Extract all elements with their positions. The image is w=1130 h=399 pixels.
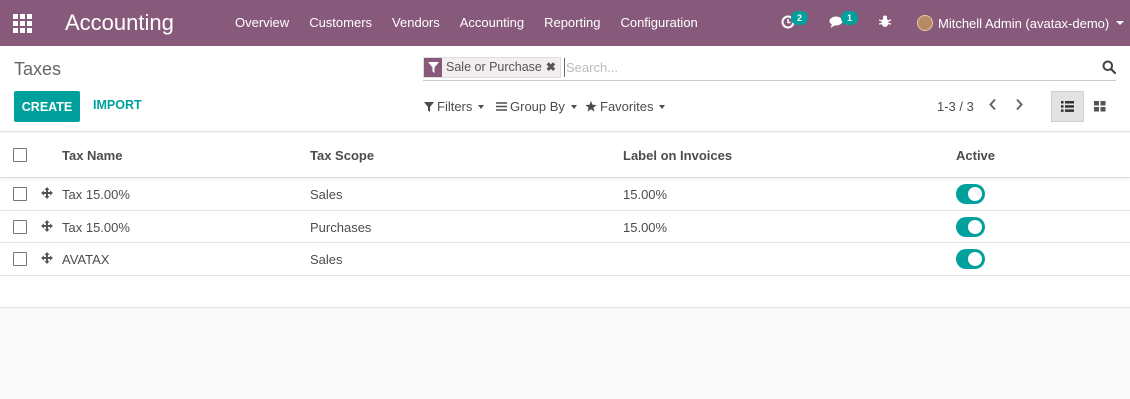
kanban-view-button[interactable] [1085, 91, 1115, 122]
filters-dropdown[interactable]: Filters [424, 99, 485, 114]
active-toggle[interactable] [956, 184, 985, 204]
kanban-icon [1094, 101, 1106, 112]
empty-row [0, 276, 1130, 308]
column-header-tax-scope[interactable]: Tax Scope [310, 148, 374, 163]
cell-tax-scope: Sales [310, 187, 343, 202]
cell-label-on-invoices: 15.00% [623, 187, 668, 202]
menu-item-configuration[interactable]: Configuration [610, 15, 707, 30]
groupby-label: Group By [510, 99, 565, 114]
favorites-dropdown[interactable]: Favorites [585, 99, 666, 114]
activity-badge: 2 [791, 11, 808, 25]
list-view-button[interactable] [1051, 91, 1084, 122]
control-panel: Taxes Sale or Purchase ✖ CREATE IMPORT F… [0, 46, 1130, 132]
table-row[interactable]: Tax 15.00% Sales 15.00% [0, 178, 1130, 211]
activity-button[interactable]: 2 [781, 11, 808, 32]
create-button[interactable]: CREATE [14, 91, 80, 122]
pager-next-icon[interactable] [1015, 98, 1024, 114]
user-menu[interactable]: Mitchell Admin (avatax-demo) [917, 15, 1125, 31]
menu-item-reporting[interactable]: Reporting [534, 15, 610, 30]
cell-label-on-invoices: 15.00% [623, 219, 668, 235]
menu-item-vendors[interactable]: Vendors [382, 15, 450, 30]
cell-tax-name: AVATAX [62, 252, 110, 267]
row-checkbox[interactable] [13, 219, 27, 234]
favorites-label: Favorites [600, 99, 654, 114]
caret-down-icon [478, 104, 485, 109]
list-icon [1061, 101, 1074, 112]
menu-item-customers[interactable]: Customers [299, 15, 382, 30]
row-checkbox[interactable] [13, 252, 27, 266]
menu-item-overview[interactable]: Overview [225, 15, 299, 30]
filter-icon [424, 101, 434, 112]
pager-value[interactable]: 1-3 / 3 [937, 99, 974, 114]
menu-item-accounting[interactable]: Accounting [450, 15, 534, 30]
table-row[interactable]: AVATAX Sales [0, 243, 1130, 276]
select-all-checkbox[interactable] [13, 148, 27, 162]
active-toggle[interactable] [956, 249, 985, 269]
top-navbar: Accounting Overview Customers Vendors Ac… [0, 0, 1130, 46]
user-name: Mitchell Admin (avatax-demo) [938, 15, 1110, 31]
caret-down-icon [570, 104, 577, 109]
search-bar: Sale or Purchase ✖ [423, 56, 1117, 81]
table-row[interactable]: Tax 15.00% Purchases 15.00% [0, 211, 1130, 243]
taxes-list: Tax Name Tax Scope Label on Invoices Act… [0, 133, 1130, 308]
pager-previous-icon[interactable] [988, 98, 997, 114]
messages-button[interactable]: 1 [829, 11, 858, 32]
active-toggle[interactable] [956, 216, 985, 237]
list-header: Tax Name Tax Scope Label on Invoices Act… [0, 133, 1130, 178]
apps-menu-icon[interactable] [13, 14, 32, 33]
cell-tax-scope: Sales [310, 252, 343, 267]
chevron-down-icon [1116, 21, 1125, 25]
search-icon[interactable] [1102, 60, 1117, 77]
column-header-tax-name[interactable]: Tax Name [62, 148, 122, 163]
filters-label: Filters [437, 99, 473, 114]
main-menu: Overview Customers Vendors Accounting Re… [225, 15, 708, 30]
cell-tax-name: Tax 15.00% [62, 219, 130, 235]
drag-handle-icon[interactable] [41, 187, 53, 202]
row-checkbox[interactable] [13, 187, 27, 201]
drag-handle-icon[interactable] [41, 252, 53, 267]
bars-icon [496, 102, 507, 111]
debug-button[interactable] [878, 15, 892, 31]
app-name[interactable]: Accounting [65, 10, 174, 36]
cell-tax-scope: Purchases [310, 219, 372, 235]
messages-badge: 1 [841, 11, 858, 25]
import-button[interactable]: IMPORT [93, 98, 142, 112]
search-facet: Sale or Purchase ✖ [423, 57, 561, 78]
search-input[interactable] [564, 58, 1084, 77]
avatar [917, 15, 933, 31]
filter-icon [424, 58, 442, 77]
groupby-dropdown[interactable]: Group By [496, 99, 577, 114]
star-icon [585, 101, 597, 112]
breadcrumb: Taxes [14, 59, 62, 79]
column-header-label-on-invoices[interactable]: Label on Invoices [623, 148, 732, 163]
bug-icon [878, 15, 892, 27]
column-header-active[interactable]: Active [956, 148, 995, 163]
facet-remove-icon[interactable]: ✖ [545, 58, 560, 77]
cell-tax-name: Tax 15.00% [62, 187, 130, 202]
facet-label: Sale or Purchase [442, 58, 546, 77]
drag-handle-icon[interactable] [41, 219, 53, 235]
caret-down-icon [659, 104, 666, 109]
